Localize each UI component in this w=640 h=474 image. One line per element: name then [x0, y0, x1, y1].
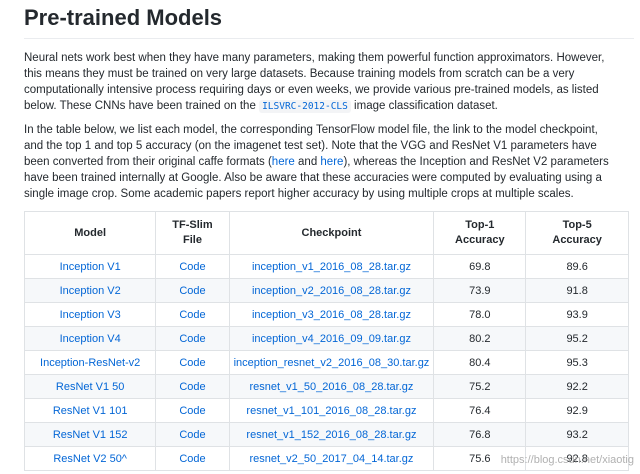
header-tf-slim-file: TF-Slim File — [155, 211, 230, 255]
table-row: Inception V3 Code inception_v3_2016_08_2… — [23, 302, 629, 327]
checkpoint-cell: resnet_v1_152_2016_08_28.tar.gz — [228, 422, 435, 447]
top5-cell: 91.8 — [525, 278, 629, 303]
checkpoint-cell: resnet_v1_50_2016_08_28.tar.gz — [228, 374, 435, 399]
file-cell: Code — [155, 422, 230, 447]
file-cell: Code — [155, 446, 230, 471]
header-top1-accuracy: Top-1 Accuracy — [433, 211, 527, 255]
top5-cell: 89.6 — [525, 254, 629, 279]
code-link[interactable]: Code — [179, 405, 205, 417]
top1-cell: 69.8 — [433, 254, 527, 279]
model-link[interactable]: Inception V2 — [60, 285, 121, 297]
top1-cell: 76.4 — [433, 398, 527, 423]
model-cell: ResNet V1 101 — [23, 398, 157, 423]
model-link[interactable]: ResNet V1 50 — [56, 381, 124, 393]
top1-cell: 80.4 — [433, 350, 527, 375]
checkpoint-link[interactable]: resnet_v1_50_2016_08_28.tar.gz — [249, 381, 413, 393]
top5-cell: 95.2 — [525, 326, 629, 351]
model-link[interactable]: ResNet V1 101 — [53, 405, 128, 417]
pretrained-models-table: Model TF-Slim File Checkpoint Top-1 Accura… — [23, 211, 629, 471]
code-link[interactable]: Code — [179, 333, 205, 345]
model-cell: Inception V2 — [23, 278, 157, 303]
top1-cell: 75.2 — [433, 374, 527, 399]
header-checkpoint: Checkpoint — [228, 211, 435, 255]
checkpoint-cell: inception_v2_2016_08_28.tar.gz — [228, 278, 435, 303]
code-link[interactable]: Code — [179, 309, 205, 321]
checkpoint-link[interactable]: inception_v4_2016_09_09.tar.gz — [252, 333, 411, 345]
description-text-2: and — [294, 156, 321, 168]
code-link[interactable]: Code — [179, 429, 205, 441]
model-link[interactable]: Inception V1 — [60, 261, 121, 273]
checkpoint-link[interactable]: inception_v1_2016_08_28.tar.gz — [252, 261, 411, 273]
model-link[interactable]: Inception V4 — [60, 333, 121, 345]
top5-cell: 93.2 — [525, 422, 629, 447]
caffe-vgg-link[interactable]: here — [272, 156, 295, 168]
model-link[interactable]: ResNet V2 50^ — [53, 453, 127, 465]
header-model: Model — [23, 211, 157, 255]
file-cell: Code — [155, 398, 230, 423]
checkpoint-cell: inception_v1_2016_08_28.tar.gz — [228, 254, 435, 279]
code-link[interactable]: Code — [179, 381, 205, 393]
page-title: Pre-trained Models — [24, 5, 223, 30]
top5-cell: 93.9 — [525, 302, 629, 327]
ilsvrc-dataset-link[interactable]: ILSVRC-2012-CLS — [262, 101, 348, 112]
caffe-resnet-link[interactable]: here — [320, 156, 343, 168]
model-cell: ResNet V2 50^ — [23, 446, 157, 471]
top5-cell: 95.3 — [525, 350, 629, 375]
top5-cell: 92.2 — [525, 374, 629, 399]
model-cell: ResNet V1 50 — [23, 374, 157, 399]
model-link[interactable]: ResNet V1 152 — [53, 429, 128, 441]
file-cell: Code — [155, 302, 230, 327]
file-cell: Code — [155, 350, 230, 375]
checkpoint-link[interactable]: inception_v3_2016_08_28.tar.gz — [252, 309, 411, 321]
checkpoint-link[interactable]: resnet_v1_152_2016_08_28.tar.gz — [246, 429, 416, 441]
intro-paragraph: Neural nets work best when they have man… — [24, 50, 614, 115]
checkpoint-cell: inception_resnet_v2_2016_08_30.tar.gz — [228, 350, 435, 375]
checkpoint-cell: inception_v3_2016_08_28.tar.gz — [228, 302, 435, 327]
top5-cell: 92.9 — [525, 398, 629, 423]
checkpoint-link[interactable]: resnet_v1_101_2016_08_28.tar.gz — [246, 405, 416, 417]
table-row: ResNet V1 101 Code resnet_v1_101_2016_08… — [23, 398, 629, 423]
table-row: Inception-ResNet-v2 Code inception_resne… — [23, 350, 629, 375]
top1-cell: 76.8 — [433, 422, 527, 447]
table-header-row: Model TF-Slim File Checkpoint Top-1 Accura… — [23, 211, 629, 255]
table-row: Inception V1 Code inception_v1_2016_08_2… — [23, 254, 629, 279]
code-link[interactable]: Code — [179, 285, 205, 297]
top1-cell: 78.0 — [433, 302, 527, 327]
file-cell: Code — [155, 254, 230, 279]
checkpoint-cell: inception_v4_2016_09_09.tar.gz — [228, 326, 435, 351]
file-cell: Code — [155, 326, 230, 351]
model-cell: Inception V3 — [23, 302, 157, 327]
header-top5-accuracy: Top-5 Accuracy — [525, 211, 629, 255]
checkpoint-link[interactable]: inception_resnet_v2_2016_08_30.tar.gz — [234, 357, 430, 369]
model-link[interactable]: Inception-ResNet-v2 — [40, 357, 140, 369]
file-cell: Code — [155, 374, 230, 399]
code-link[interactable]: Code — [179, 261, 205, 273]
code-link[interactable]: Code — [179, 453, 205, 465]
model-link[interactable]: Inception V3 — [60, 309, 121, 321]
watermark: https://blog.csdn.net/xiaotig — [500, 454, 634, 466]
table-row: ResNet V1 152 Code resnet_v1_152_2016_08… — [23, 422, 629, 447]
model-cell: Inception V1 — [23, 254, 157, 279]
checkpoint-cell: resnet_v2_50_2017_04_14.tar.gz — [228, 446, 435, 471]
table-row: ResNet V1 50 Code resnet_v1_50_2016_08_2… — [23, 374, 629, 399]
intro-text-end: image classification dataset. — [350, 100, 498, 112]
title-divider — [24, 38, 634, 39]
model-cell: Inception V4 — [23, 326, 157, 351]
checkpoint-link[interactable]: resnet_v2_50_2017_04_14.tar.gz — [249, 453, 413, 465]
table-row: Inception V4 Code inception_v4_2016_09_0… — [23, 326, 629, 351]
table-description-paragraph: In the table below, we list each model, … — [24, 122, 614, 202]
code-link[interactable]: Code — [179, 357, 205, 369]
checkpoint-cell: resnet_v1_101_2016_08_28.tar.gz — [228, 398, 435, 423]
model-cell: ResNet V1 152 — [23, 422, 157, 447]
table-row: Inception V2 Code inception_v2_2016_08_2… — [23, 278, 629, 303]
top1-cell: 73.9 — [433, 278, 527, 303]
checkpoint-link[interactable]: inception_v2_2016_08_28.tar.gz — [252, 285, 411, 297]
model-cell: Inception-ResNet-v2 — [23, 350, 157, 375]
top1-cell: 80.2 — [433, 326, 527, 351]
file-cell: Code — [155, 278, 230, 303]
